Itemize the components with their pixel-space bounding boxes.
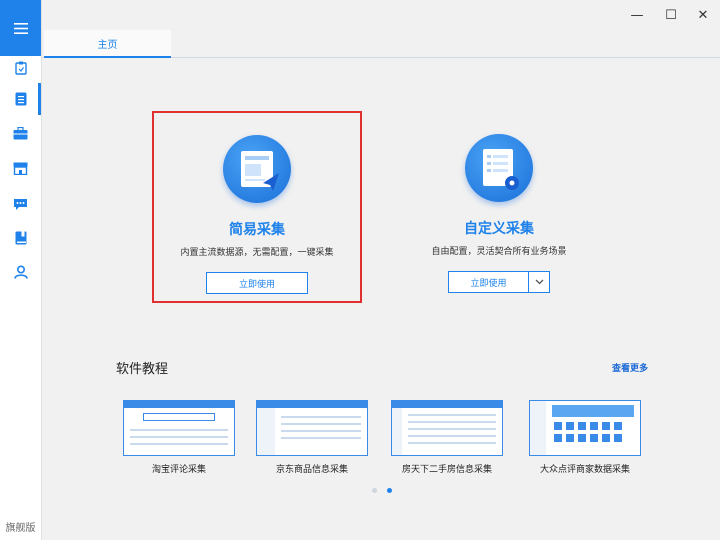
clipboard-icon[interactable] <box>0 52 41 84</box>
tutorial-caption[interactable]: 房天下二手房信息采集 <box>377 462 517 475</box>
custom-collect-title: 自定义采集 <box>464 221 534 237</box>
custom-collect-use-button[interactable]: 立即使用 <box>448 271 528 293</box>
tutorial-thumbnail[interactable] <box>529 400 641 456</box>
simple-collect-desc: 内置主流数据源，无需配置，一键采集 <box>180 248 334 258</box>
tutorial-caption[interactable]: 大众点评商家数据采集 <box>515 462 655 475</box>
chevron-down-icon[interactable] <box>528 271 550 293</box>
view-more-link[interactable]: 查看更多 <box>612 361 648 374</box>
custom-collect-icon <box>465 134 533 202</box>
edition-label: 旗舰版 <box>5 523 36 534</box>
document-icon[interactable] <box>0 83 41 115</box>
tab-bar: 主页 <box>42 30 720 58</box>
custom-collect-split-button: 立即使用 <box>396 271 602 293</box>
tutorial-caption[interactable]: 京东商品信息采集 <box>242 462 382 475</box>
maximize-button[interactable]: ☐ <box>656 6 686 24</box>
sidebar: 旗舰版 <box>0 0 42 540</box>
close-button[interactable]: ✕ <box>688 6 718 24</box>
pager-dot[interactable] <box>372 488 377 493</box>
tutorial-thumbnail[interactable] <box>256 400 368 456</box>
custom-collect-desc: 自由配置，灵活契合所有业务场景 <box>431 247 567 257</box>
tutorial-caption[interactable]: 淘宝评论采集 <box>109 462 249 475</box>
custom-collect-card[interactable]: 自定义采集 自由配置，灵活契合所有业务场景 立即使用 <box>396 112 602 300</box>
tutorials-heading: 软件教程 <box>116 362 169 377</box>
simple-collect-use-button[interactable]: 立即使用 <box>206 272 308 294</box>
hamburger-menu-icon[interactable] <box>0 0 41 56</box>
store-icon[interactable] <box>0 152 41 184</box>
tab-home[interactable]: 主页 <box>44 30 171 58</box>
simple-collect-icon <box>223 135 291 203</box>
simple-collect-card[interactable]: 简易采集 内置主流数据源，无需配置，一键采集 立即使用 <box>152 111 362 303</box>
pager-dot-active[interactable] <box>387 488 392 493</box>
book-icon[interactable] <box>0 222 41 254</box>
chat-icon[interactable] <box>0 188 41 220</box>
user-icon[interactable] <box>0 256 41 288</box>
tutorial-thumbnail[interactable] <box>391 400 503 456</box>
briefcase-icon[interactable] <box>0 117 41 149</box>
simple-collect-title: 简易采集 <box>229 222 285 238</box>
minimize-button[interactable]: — <box>622 6 652 24</box>
tutorial-thumbnail[interactable] <box>123 400 235 456</box>
